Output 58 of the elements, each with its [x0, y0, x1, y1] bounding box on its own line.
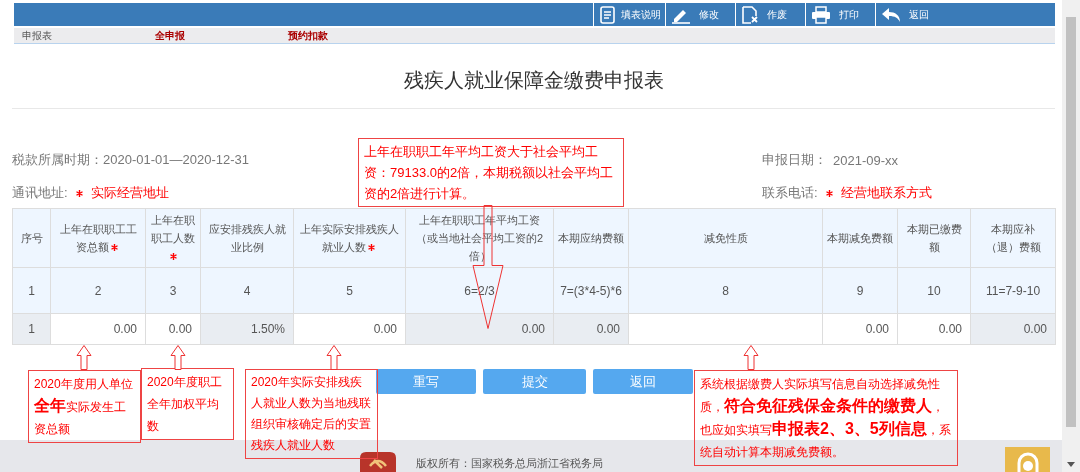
toolbar-button[interactable]: 返回: [875, 3, 945, 26]
column-header: 上年在职职工人数: [145, 208, 201, 268]
declare-date-label: 申报日期：: [762, 151, 827, 169]
address-value: 实际经营地址: [90, 184, 169, 202]
header-link[interactable]: 预约扣款: [288, 29, 413, 43]
column-header: 本期已缴费额: [897, 208, 971, 268]
column-header: 应安排残疾人就业比例: [200, 208, 294, 268]
scroll-thumb[interactable]: [1066, 17, 1076, 427]
back-arrow-icon: [881, 6, 901, 23]
column-header: 上年实际安排残疾人就业人数: [293, 208, 406, 268]
toolbar-button[interactable]: 修改: [665, 3, 735, 26]
toolbar-button[interactable]: 打印: [805, 3, 875, 26]
annotation-callout: 系统根据缴费人实际填写信息自动选择减免性质，符合免征残保金条件的缴费人，也应如实填写申报表2、3、5列信息，系统自动计算本期减免费额。: [694, 370, 958, 466]
column-header: 序号: [12, 208, 51, 268]
header-label: 申报表: [22, 29, 53, 43]
action-button[interactable]: 返回: [593, 369, 693, 394]
scroll-down-icon[interactable]: [1067, 462, 1075, 467]
header-link[interactable]: 全申报: [155, 29, 280, 43]
annotation-callout: 2020年度职工全年加权平均数: [141, 368, 234, 440]
toolbar-button[interactable]: 填表说明: [593, 3, 665, 26]
column-header: 上年在职职工工资总额: [50, 208, 146, 268]
table-cell: 1: [12, 267, 51, 314]
emblem-icon: [360, 452, 396, 472]
annotation-callout: 上年在职职工年平均工资大于社会平均工资：79133.0的2倍，本期税额以社会平均工资的2倍进行计算。: [358, 138, 624, 207]
column-header: 减免性质: [628, 208, 823, 268]
table-cell: 4: [200, 267, 294, 314]
document-icon: [599, 5, 617, 24]
action-button[interactable]: 提交: [483, 369, 586, 394]
table-cell: 1: [12, 313, 51, 345]
table-cell: 5: [293, 267, 406, 314]
table-cell: 0.00: [553, 313, 629, 345]
table-cell: 2: [50, 267, 146, 314]
scrollbar[interactable]: [1062, 0, 1080, 472]
table-cell: 11=7-9-10: [970, 267, 1056, 314]
table-cell: 8: [628, 267, 823, 314]
action-button[interactable]: 重写: [376, 369, 476, 394]
table-cell: 0.00: [970, 313, 1056, 345]
document-x-icon: [741, 5, 759, 24]
annotation-callout: 2020年度用人单位全年实际发生工资总额: [28, 370, 141, 443]
table-cell: 7=(3*4-5)*6: [553, 267, 629, 314]
table-cell: 10: [897, 267, 971, 314]
column-header: 本期减免费额: [822, 208, 898, 268]
phone-value: 经营地联系方式: [840, 184, 932, 202]
tax-period: 税款所属时期：2020-01-01—2020-12-31: [12, 151, 249, 169]
form-title: 残疾人就业保障金缴费申报表: [403, 67, 664, 93]
annotation-callout: 2020年实际安排残疾人就业人数为当地残联组织审核确定后的安置残疾人就业人数: [245, 369, 378, 459]
support-button[interactable]: [1005, 447, 1050, 472]
address-label: 通讯地址:: [12, 184, 68, 202]
column-header: 本期应补（退）费额: [970, 208, 1056, 268]
declare-date-value: 2021-09-xx: [833, 152, 899, 168]
table-cell: 3: [145, 267, 201, 314]
table-cell: 0.00: [405, 313, 554, 345]
copyright-text: 版权所有：国家税务总局浙江省税务局: [416, 456, 603, 471]
table-cell: 1.50%: [200, 313, 294, 345]
phone-label: 联系电话:: [762, 184, 818, 202]
column-header: 本期应纳费额: [553, 208, 629, 268]
table-cell: 9: [822, 267, 898, 314]
toolbar-button[interactable]: 作废: [735, 3, 805, 26]
